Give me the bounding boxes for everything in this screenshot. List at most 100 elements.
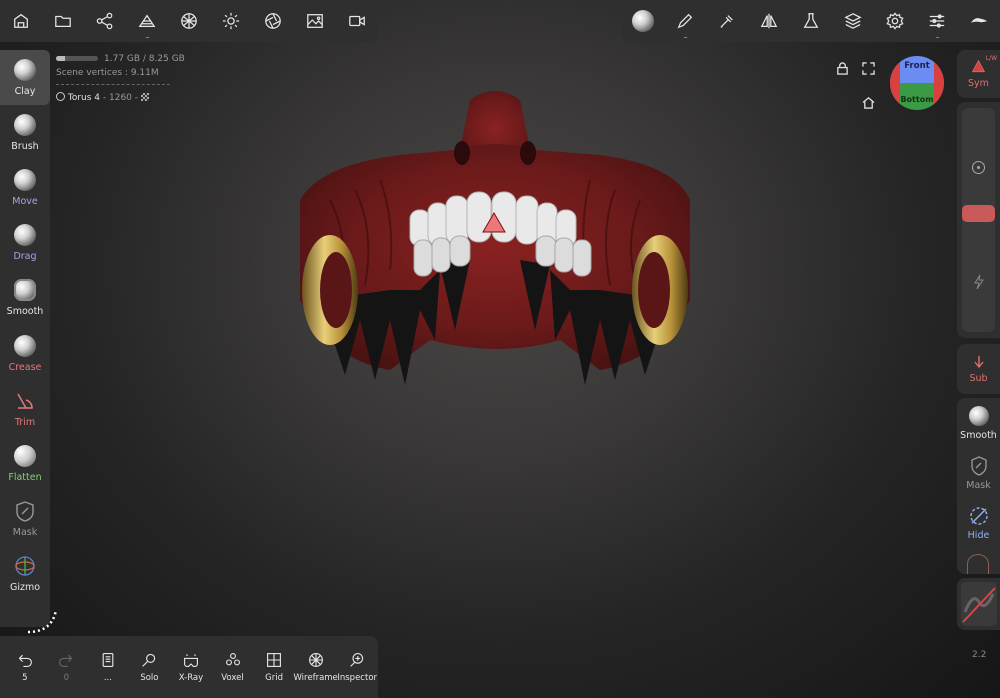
tool-label: Drag bbox=[13, 251, 37, 263]
search-icon bbox=[142, 653, 156, 667]
object-name: Torus 4 bbox=[67, 93, 101, 103]
scene-icon[interactable] bbox=[0, 0, 42, 42]
stroke-preview-button[interactable] bbox=[957, 578, 1000, 630]
inspector-button[interactable]: Inspector bbox=[336, 636, 378, 698]
material-icon[interactable] bbox=[168, 0, 210, 42]
sym-badge: L/W bbox=[985, 55, 997, 62]
sub-toggle[interactable]: Sub bbox=[957, 344, 1000, 394]
gizmo-icon bbox=[14, 555, 36, 577]
sym-label: Sym bbox=[968, 78, 989, 89]
tool-label: Crease bbox=[8, 361, 42, 373]
tool-mask[interactable]: Mask bbox=[0, 492, 50, 547]
tool-trim[interactable]: Trim bbox=[0, 381, 50, 436]
mask-icon bbox=[970, 455, 987, 476]
gizmo-partial-icon bbox=[967, 554, 989, 574]
sliders-icon[interactable] bbox=[916, 0, 958, 42]
bottom-toolbar: 5 0 ... Solo X-Ray Voxel Grid Wireframe … bbox=[0, 636, 378, 698]
object-row[interactable]: Torus 4 - 1260 - bbox=[56, 92, 185, 103]
flask-icon[interactable] bbox=[790, 0, 832, 42]
tool-smooth[interactable]: Smooth bbox=[0, 271, 50, 326]
stroke-icon[interactable] bbox=[958, 0, 1000, 42]
grid-button[interactable]: Grid bbox=[253, 636, 295, 698]
smooth-icon bbox=[14, 279, 36, 302]
tool-move[interactable]: Move bbox=[0, 160, 50, 215]
topology-icon[interactable] bbox=[126, 0, 168, 42]
solo-button[interactable]: Solo bbox=[129, 636, 171, 698]
wireframe-label: Wireframe bbox=[293, 672, 338, 683]
mask-label: Mask bbox=[966, 479, 991, 491]
tool-flatten[interactable]: Flatten bbox=[0, 436, 50, 491]
arrow-down-icon bbox=[973, 355, 984, 368]
top-right-toolbar bbox=[622, 0, 1000, 42]
brush-icon bbox=[14, 113, 36, 136]
smooth-label: Smooth bbox=[960, 429, 997, 441]
voxel-button[interactable]: Voxel bbox=[212, 636, 254, 698]
tool-label: Clay bbox=[14, 85, 36, 97]
tool-crease[interactable]: Crease bbox=[0, 326, 50, 381]
tool-drag[interactable]: Drag bbox=[0, 216, 50, 271]
lock-icon[interactable] bbox=[836, 60, 849, 79]
redo-button[interactable]: 0 bbox=[46, 636, 88, 698]
hide-icon bbox=[969, 506, 988, 525]
video-icon[interactable] bbox=[336, 0, 378, 42]
view-cube-bottom: Bottom bbox=[900, 95, 934, 104]
camera-lens-icon[interactable] bbox=[252, 0, 294, 42]
inspector-label: Inspector bbox=[337, 672, 378, 683]
undo-button[interactable]: 5 bbox=[4, 636, 46, 698]
grid-label: Grid bbox=[265, 672, 283, 683]
tool-brush[interactable]: Brush bbox=[0, 105, 50, 160]
tool-clay[interactable]: Clay bbox=[0, 50, 50, 106]
xray-button[interactable]: X-Ray bbox=[170, 636, 212, 698]
wireframe-button[interactable]: Wireframe bbox=[293, 636, 338, 698]
picker-icon[interactable] bbox=[706, 0, 748, 42]
memory-text: 1.77 GB / 8.25 GB bbox=[104, 54, 185, 64]
flatten-icon bbox=[14, 444, 36, 467]
history-dots: ... bbox=[103, 672, 112, 683]
home-icon[interactable] bbox=[862, 94, 875, 113]
mask-icon bbox=[14, 500, 36, 522]
symmetry-icon[interactable] bbox=[748, 0, 790, 42]
undo-count: 5 bbox=[22, 672, 28, 683]
move-icon bbox=[14, 168, 36, 191]
smooth-quick-button[interactable]: Smooth bbox=[957, 398, 1000, 448]
tool-label: Trim bbox=[14, 416, 36, 428]
light-icon[interactable] bbox=[210, 0, 252, 42]
view-cube-front: Front bbox=[904, 61, 930, 71]
hide-quick-button[interactable]: Hide bbox=[957, 498, 1000, 548]
fullscreen-icon[interactable] bbox=[862, 60, 875, 79]
layers-icon[interactable] bbox=[832, 0, 874, 42]
tool-gizmo[interactable]: Gizmo bbox=[0, 547, 50, 602]
intensity-handle[interactable] bbox=[962, 205, 995, 222]
quick-tools-panel: Smooth Mask Hide bbox=[957, 398, 1000, 574]
undo-icon bbox=[18, 654, 32, 667]
inspector-icon bbox=[350, 652, 364, 667]
tool-label: Gizmo bbox=[9, 582, 41, 594]
object-detail: - 1260 - bbox=[100, 93, 141, 103]
settings-icon[interactable] bbox=[874, 0, 916, 42]
brush-sliders-panel bbox=[957, 102, 1000, 338]
notebook-icon bbox=[102, 652, 114, 667]
sub-label: Sub bbox=[969, 372, 988, 384]
material-sphere-icon[interactable] bbox=[622, 0, 664, 42]
share-icon[interactable] bbox=[84, 0, 126, 42]
zoom-value: 2.2 bbox=[972, 650, 987, 660]
memory-bar bbox=[56, 56, 98, 61]
left-tool-panel: Clay Brush Move Drag Smooth Crease Trim Flatten… bbox=[0, 50, 50, 627]
pen-icon[interactable] bbox=[664, 0, 706, 42]
tool-label: Flatten bbox=[8, 471, 42, 483]
symmetry-toggle[interactable]: L/W Sym bbox=[957, 50, 1000, 98]
xray-icon bbox=[183, 653, 198, 667]
radius-slider[interactable] bbox=[962, 108, 995, 332]
view-cube[interactable]: Front Bottom bbox=[890, 56, 944, 110]
mask-quick-button[interactable]: Mask bbox=[957, 448, 1000, 498]
panel-resize-handle[interactable] bbox=[27, 602, 60, 636]
redo-count: 0 bbox=[63, 672, 70, 683]
drag-icon bbox=[14, 224, 36, 247]
tool-label: Brush bbox=[11, 140, 39, 152]
divider bbox=[56, 84, 170, 85]
xray-label: X-Ray bbox=[178, 672, 204, 683]
history-button[interactable]: ... bbox=[87, 636, 129, 698]
folder-icon[interactable] bbox=[42, 0, 84, 42]
voxel-icon bbox=[225, 652, 240, 665]
image-icon[interactable] bbox=[294, 0, 336, 42]
